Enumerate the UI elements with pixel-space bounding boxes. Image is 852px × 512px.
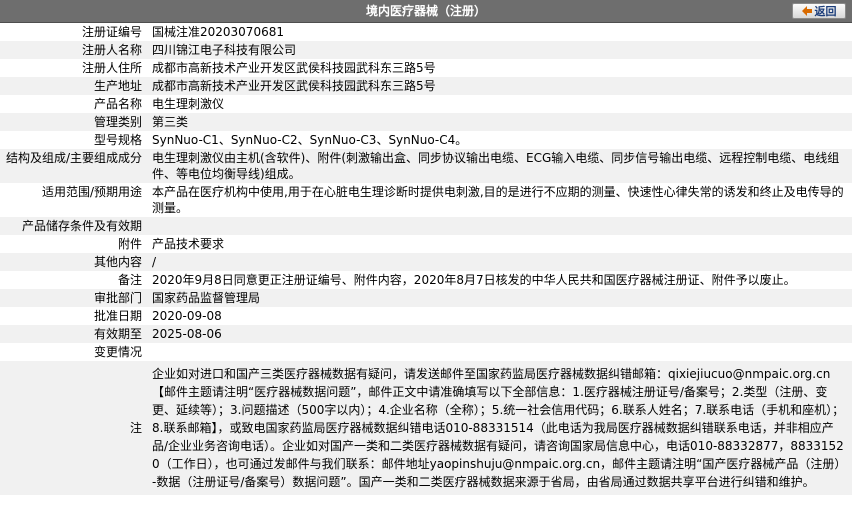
row-value: 国械注准20203070681	[148, 23, 852, 41]
row-value: 第三类	[148, 113, 852, 131]
row-value: 2025-08-06	[148, 325, 852, 343]
table-row: 结构及组成/主要组成成分 电生理刺激仪由主机(含软件)、附件(刺激输出盒、同步协议…	[0, 149, 852, 183]
table-row: 管理类别 第三类	[0, 113, 852, 131]
back-arrow-icon	[801, 6, 812, 16]
row-value: 产品技术要求	[148, 235, 852, 253]
row-value: 电生理刺激仪	[148, 95, 852, 113]
note-row: 注企业如对进口和国产三类医疗器械数据有疑问，请发送邮件至国家药监局医疗器械数据纠…	[0, 361, 852, 495]
row-label: 结构及组成/主要组成成分	[0, 149, 148, 183]
row-value: 成都市高新技术产业开发区武侯科技园武科东三路5号	[148, 77, 852, 95]
table-row: 有效期至 2025-08-06	[0, 325, 852, 343]
row-label: 附件	[0, 235, 148, 253]
row-label: 产品储存条件及有效期	[0, 217, 148, 235]
table-row: 注册人住所 成都市高新技术产业开发区武侯科技园武科东三路5号	[0, 59, 852, 77]
note-label: 注	[0, 361, 148, 495]
table-row: 附件 产品技术要求	[0, 235, 852, 253]
back-button-label: 返回	[814, 5, 837, 18]
row-label: 批准日期	[0, 307, 148, 325]
row-value: 四川锦江电子科技有限公司	[148, 41, 852, 59]
table-row: 批准日期 2020-09-08	[0, 307, 852, 325]
table-row: 适用范围/预期用途 本产品在医疗机构中使用,用于在心脏电生理诊断时提供电刺激,目的…	[0, 183, 852, 217]
row-value	[148, 343, 852, 361]
row-value: 2020-09-08	[148, 307, 852, 325]
table-row: 审批部门 国家药品监督管理局	[0, 289, 852, 307]
row-label: 注册证编号	[0, 23, 148, 41]
row-label: 注册人名称	[0, 41, 148, 59]
row-label: 管理类别	[0, 113, 148, 131]
table-row: 变更情况	[0, 343, 852, 361]
row-value	[148, 217, 852, 235]
note-text: 企业如对进口和国产三类医疗器械数据有疑问，请发送邮件至国家药监局医疗器械数据纠错…	[148, 361, 852, 495]
row-value: 本产品在医疗机构中使用,用于在心脏电生理诊断时提供电刺激,目的是进行不应期的测量…	[148, 183, 852, 217]
table-row: 备注 2020年9月8日同意更正注册证编号、附件内容，2020年8月7日核发的中华…	[0, 271, 852, 289]
table-row: 注册人名称 四川锦江电子科技有限公司	[0, 41, 852, 59]
row-label: 有效期至	[0, 325, 148, 343]
row-label: 其他内容	[0, 253, 148, 271]
row-value: SynNuo-C1、SynNuo-C2、SynNuo-C3、SynNuo-C4。	[148, 131, 852, 149]
row-label: 生产地址	[0, 77, 148, 95]
row-value: /	[148, 253, 852, 271]
title-bar: 境内医疗器械（注册） 返回	[0, 0, 852, 23]
row-label: 变更情况	[0, 343, 148, 361]
table-row: 其他内容 /	[0, 253, 852, 271]
row-label: 型号规格	[0, 131, 148, 149]
table-row: 注册证编号 国械注准20203070681	[0, 23, 852, 41]
row-value: 国家药品监督管理局	[148, 289, 852, 307]
page-title: 境内医疗器械（注册）	[365, 4, 486, 18]
row-label: 备注	[0, 271, 148, 289]
back-button[interactable]: 返回	[792, 3, 846, 19]
row-label: 注册人住所	[0, 59, 148, 77]
row-value: 成都市高新技术产业开发区武侯科技园武科东三路5号	[148, 59, 852, 77]
table-row: 产品名称 电生理刺激仪	[0, 95, 852, 113]
info-table: 注册证编号 国械注准20203070681 注册人名称 四川锦江电子科技有限公司 注…	[0, 23, 852, 495]
row-label: 适用范围/预期用途	[0, 183, 148, 217]
row-value: 2020年9月8日同意更正注册证编号、附件内容，2020年8月7日核发的中华人民…	[148, 271, 852, 289]
row-label: 审批部门	[0, 289, 148, 307]
table-row: 生产地址 成都市高新技术产业开发区武侯科技园武科东三路5号	[0, 77, 852, 95]
table-row: 产品储存条件及有效期	[0, 217, 852, 235]
row-label: 产品名称	[0, 95, 148, 113]
table-row: 型号规格 SynNuo-C1、SynNuo-C2、SynNuo-C3、SynNuo…	[0, 131, 852, 149]
row-value: 电生理刺激仪由主机(含软件)、附件(刺激输出盒、同步协议输出电缆、ECG输入电缆…	[148, 149, 852, 183]
